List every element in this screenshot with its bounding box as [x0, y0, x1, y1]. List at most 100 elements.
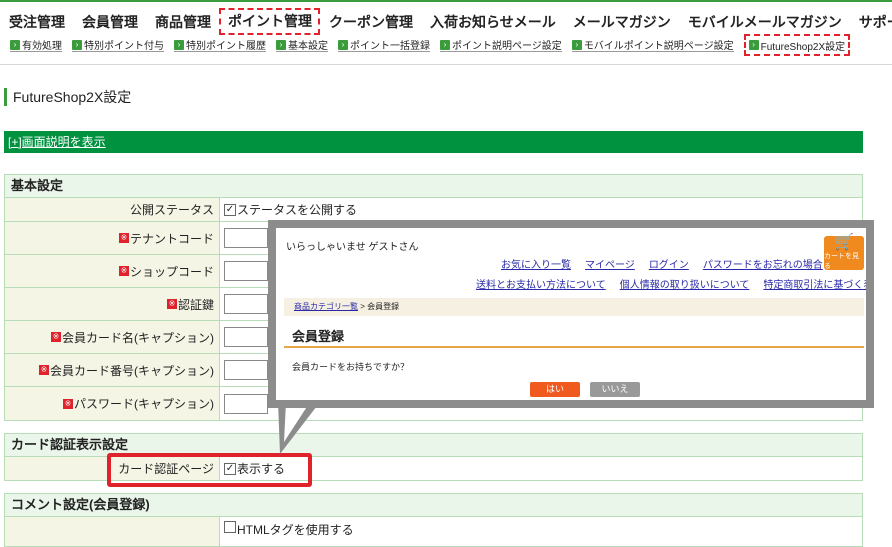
password-caption-label: ※ パスワード(キャプション)	[5, 387, 220, 420]
subnav-point-description-page[interactable]: › ポイント説明ページ設定	[440, 38, 562, 52]
publish-status-row: 公開ステータス ✓ ステータスを公開する	[4, 198, 863, 222]
required-icon: ※	[51, 332, 61, 342]
breadcrumb: 商品カテゴリ一覧 > 会員登録	[284, 298, 864, 316]
basic-settings-heading: 基本設定	[4, 174, 863, 198]
shop-code-input[interactable]	[224, 261, 268, 281]
password-caption-input[interactable]	[224, 393, 268, 414]
no-button[interactable]: いいえ	[590, 382, 640, 397]
arrow-icon: ›	[440, 39, 450, 50]
subnav-special-point-history[interactable]: › 特別ポイント履歴	[174, 38, 266, 52]
subnav-label: 基本設定	[288, 41, 328, 52]
highlight-frame	[107, 453, 312, 487]
top-nav-support[interactable]: サポート	[850, 10, 892, 36]
member-card-number-label: ※ 会員カード番号(キャプション)	[5, 354, 220, 386]
member-card-name-label: ※ 会員カード名(キャプション)	[5, 321, 220, 353]
shipping-payment-link[interactable]: 送料とお支払い方法について	[476, 276, 606, 291]
top-nav-restock-mail[interactable]: 入荷お知らせメール	[421, 10, 564, 36]
required-icon: ※	[118, 266, 129, 276]
top-nav-mobile-mail-magazine[interactable]: モバイルメールマガジン	[679, 10, 850, 36]
auth-key-label: ※ 認証鍵	[5, 288, 220, 320]
arrow-icon: ›	[276, 39, 286, 50]
login-link[interactable]: ログイン	[649, 256, 689, 271]
comment-html-row: HTMLタグを使用する	[4, 517, 863, 547]
top-nav-list: 受注管理 会員管理 商品管理 ポイント管理 クーポン管理 入荷お知らせメール メ…	[0, 8, 892, 36]
preview-popup: いらっしゃいませ ゲストさん お気に入り一覧 マイページ ログイン パスワードを…	[268, 220, 874, 408]
top-nav-members[interactable]: 会員管理	[73, 10, 146, 36]
welcome-text: いらっしゃいませ ゲストさん	[286, 242, 419, 253]
callout-pointer	[278, 402, 320, 454]
card-auth-value: ✓ 表示する	[220, 457, 862, 480]
header-links-row1: お気に入り一覧 マイページ ログイン パスワードをお忘れの場合	[501, 256, 823, 271]
subnav-valid-processing[interactable]: › 有効処理	[10, 38, 62, 52]
cart-icon: 🛒	[834, 234, 854, 251]
breadcrumb-category-link[interactable]: 商品カテゴリ一覧	[294, 302, 358, 311]
top-nav-products[interactable]: 商品管理	[146, 10, 219, 36]
subnav-point-bulk-register[interactable]: › ポイント一括登録	[338, 38, 430, 52]
subnav-futureshop2x-settings[interactable]: › FutureShop2X設定	[743, 34, 851, 56]
breadcrumb-current: 会員登録	[367, 302, 400, 311]
card-question-text: 会員カードをお持ちですか？	[292, 362, 410, 372]
subnav-basic-settings[interactable]: › 基本設定	[276, 38, 328, 52]
publish-status-checkbox-label: ステータスを公開する	[237, 203, 358, 217]
subnav-special-point-grant[interactable]: › 特別ポイント付与	[72, 38, 164, 52]
required-icon: ※	[166, 299, 177, 309]
description-toggle-bar: [+]画面説明を表示	[4, 131, 863, 153]
member-card-number-input[interactable]	[224, 360, 268, 380]
arrow-icon: ›	[174, 39, 184, 50]
divider	[0, 64, 892, 65]
arrow-icon: ›	[338, 39, 348, 50]
publish-status-checkbox[interactable]: ✓	[224, 203, 236, 216]
subnav-label: ポイント説明ページ設定	[452, 41, 562, 52]
comment-html-value: HTMLタグを使用する	[220, 517, 862, 546]
arrow-icon: ›	[10, 39, 20, 50]
preview-content: いらっしゃいませ ゲストさん お気に入り一覧 マイページ ログイン パスワードを…	[276, 228, 866, 400]
privacy-link[interactable]: 個人情報の取り扱いについて	[620, 276, 750, 291]
breadcrumb-separator: >	[358, 302, 368, 311]
member-card-name-label-text: 会員カード名(キャプション)	[62, 330, 214, 345]
forgot-password-link[interactable]: パスワードをお忘れの場合	[703, 256, 823, 271]
cart-label: カートを見る	[824, 253, 859, 270]
arrow-icon: ›	[571, 39, 582, 50]
password-caption-label-text: パスワード(キャプション)	[74, 397, 214, 411]
member-registration-heading: 会員登録	[284, 326, 864, 348]
subnav-label: ポイント一括登録	[350, 41, 430, 52]
required-icon: ※	[63, 398, 73, 409]
arrow-icon: ›	[748, 40, 759, 50]
top-navigation: 受注管理 会員管理 商品管理 ポイント管理 クーポン管理 入荷お知らせメール メ…	[0, 0, 892, 36]
subnav-label: 特別ポイント履歴	[186, 41, 266, 52]
subnav-mobile-point-description-page[interactable]: › モバイルポイント説明ページ設定	[571, 38, 734, 52]
required-icon: ※	[39, 365, 49, 375]
view-cart-button[interactable]: 🛒 カートを見る	[824, 234, 864, 270]
html-tag-checkbox[interactable]	[224, 521, 236, 533]
top-nav-orders[interactable]: 受注管理	[0, 10, 73, 36]
legal-notice-link[interactable]: 特定商取引法に基づく表示	[763, 276, 866, 291]
arrow-icon: ›	[72, 39, 82, 50]
tenant-code-label: ※ テナントコード	[5, 222, 220, 254]
publish-status-value: ✓ ステータスを公開する	[220, 198, 862, 221]
member-card-name-input[interactable]	[224, 327, 268, 347]
header-links-row2: 送料とお支払い方法について 個人情報の取り扱いについて 特定商取引法に基づく表示	[476, 276, 866, 291]
comment-html-label	[5, 517, 220, 546]
top-nav-points[interactable]: ポイント管理	[219, 8, 320, 35]
comment-settings-heading: コメント設定(会員登録)	[4, 493, 863, 517]
show-description-link[interactable]: [+]画面説明を表示	[4, 135, 106, 149]
html-tag-checkbox-label: HTMLタグを使用する	[237, 523, 354, 537]
top-nav-coupons[interactable]: クーポン管理	[320, 10, 421, 36]
tenant-code-input[interactable]	[224, 228, 268, 248]
subnav-label: 特別ポイント付与	[84, 41, 164, 52]
subnav-label: モバイルポイント説明ページ設定	[583, 41, 734, 52]
shop-code-label-text: ショップコード	[129, 264, 214, 279]
top-nav-mail-magazine[interactable]: メールマガジン	[564, 10, 679, 36]
member-card-number-label-text: 会員カード番号(キャプション)	[50, 363, 214, 378]
subnav-label: FutureShop2X設定	[760, 41, 846, 53]
publish-status-label: 公開ステータス	[5, 198, 220, 221]
required-icon: ※	[118, 233, 129, 243]
favorites-link[interactable]: お気に入り一覧	[501, 256, 571, 271]
sub-navigation: › 有効処理 › 特別ポイント付与 › 特別ポイント履歴 › 基本設定 › ポイント一括登…	[0, 34, 892, 62]
shop-code-label: ※ ショップコード	[5, 255, 220, 287]
auth-key-input[interactable]	[224, 294, 268, 314]
auth-key-label-text: 認証鍵	[177, 297, 214, 312]
mypage-link[interactable]: マイページ	[585, 256, 635, 271]
yes-button[interactable]: はい	[530, 382, 580, 397]
page-title: FutureShop2X設定	[4, 88, 131, 106]
